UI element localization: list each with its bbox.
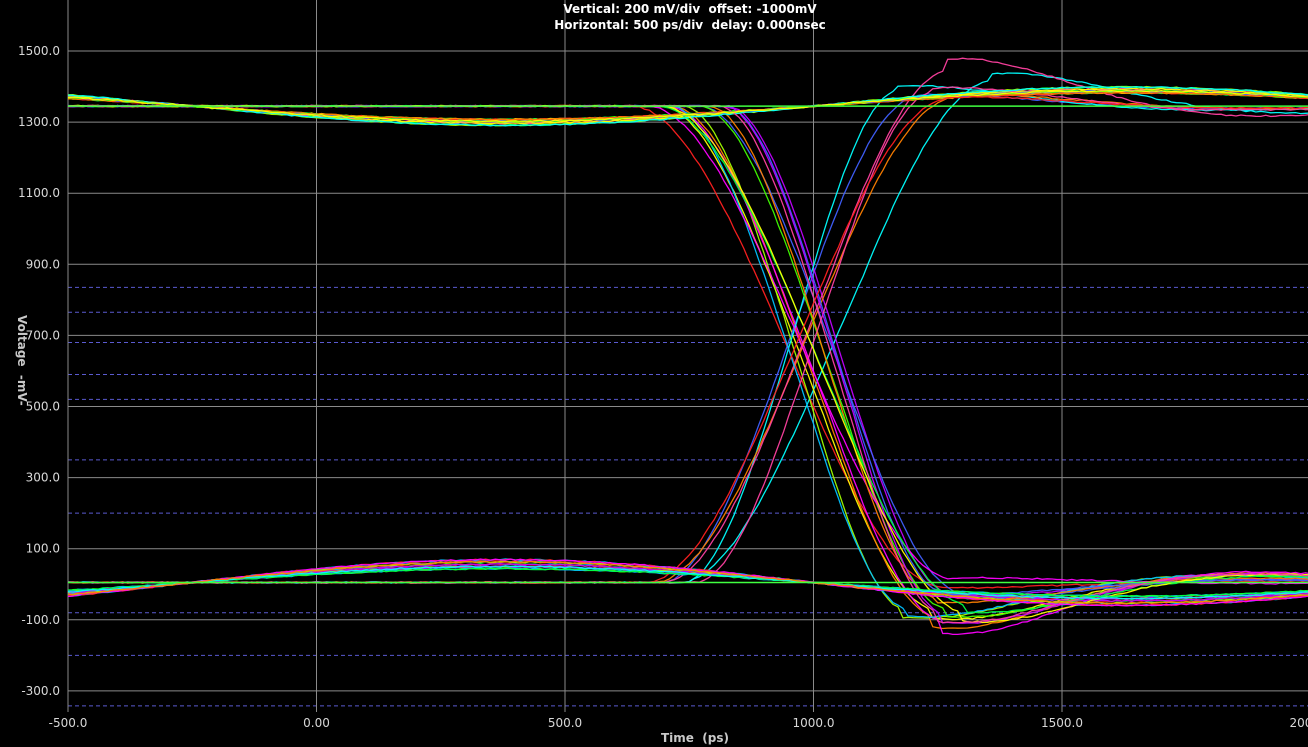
waveform-trace <box>67 104 1308 604</box>
y-tick-label: 500.0 <box>26 400 60 414</box>
waveform-trace <box>67 562 1308 603</box>
x-tick-label: 0.00 <box>303 716 330 730</box>
waveform-trace <box>67 104 1308 621</box>
waveform-trace <box>67 104 1308 596</box>
x-tick-label: 1500.0 <box>1041 716 1083 730</box>
waveform-trace <box>67 560 1308 605</box>
y-tick-label: 700.0 <box>26 328 60 342</box>
y-tick-label: 1100.0 <box>18 186 60 200</box>
waveform-trace <box>67 91 1308 121</box>
y-axis-label: Voltage -mV- <box>15 315 29 406</box>
y-tick-label: 1300.0 <box>18 115 60 129</box>
x-axis-label: Time (ps) <box>661 731 729 745</box>
waveform-trace <box>67 87 1308 125</box>
waveform-trace <box>67 104 1308 624</box>
x-tick-label: 500.0 <box>548 716 582 730</box>
x-tick-labels: -500.00.00500.01000.01500.02000.02500.03… <box>49 716 1308 730</box>
x-tick-label: 1000.0 <box>793 716 835 730</box>
waveform-trace <box>68 93 1308 584</box>
waveform-trace <box>67 558 1308 607</box>
y-tick-label: -300.0 <box>21 684 60 698</box>
y-tick-label: 300.0 <box>26 471 60 485</box>
waveform-trace <box>67 104 1308 630</box>
x-tick-label: -500.0 <box>49 716 88 730</box>
waveform-trace <box>67 104 1308 585</box>
eye-diagram-plot: -300.0 -100.0 100.0 300.0 500.0 700.0 900.0 110… <box>18 0 1308 730</box>
waveform-trace <box>67 558 1308 607</box>
waveform-trace <box>67 104 1308 599</box>
waveform-trace <box>67 104 1308 598</box>
waveform-trace <box>68 104 1308 624</box>
waveform-trace <box>67 86 1308 127</box>
waveform-trace <box>67 562 1308 603</box>
waveform-trace <box>67 84 1308 584</box>
waveform-trace <box>67 104 1308 624</box>
waveform-trace <box>67 72 1308 584</box>
x-tick-label: 2000.0 <box>1290 716 1308 730</box>
waveform-trace <box>67 104 1308 589</box>
y-tick-label: 900.0 <box>26 257 60 271</box>
waveform-trace <box>67 85 1308 127</box>
waveform-trace <box>67 104 1308 619</box>
horizontal-settings-readout: Horizontal: 500 ps/div delay: 0.000nsec <box>554 18 826 32</box>
y-tick-label: 100.0 <box>26 542 60 556</box>
waveform-trace <box>67 91 1308 121</box>
waveform-trace <box>67 104 1308 618</box>
y-tick-label: -100.0 <box>21 613 60 627</box>
waveform-trace <box>67 93 1308 584</box>
waveform-trace <box>67 57 1308 584</box>
waveform-trace <box>67 558 1308 607</box>
waveform-trace <box>67 104 1308 618</box>
waveform-trace <box>67 104 1308 614</box>
reference-dashed-lines <box>68 286 1308 707</box>
vertical-settings-readout: Vertical: 200 mV/div offset: -1000mV <box>563 2 817 16</box>
y-tick-label: 1500.0 <box>18 44 60 58</box>
waveform-trace <box>67 104 1308 636</box>
waveform-trace <box>67 567 1308 598</box>
waveform-traces <box>67 57 1308 636</box>
waveform-trace <box>67 86 1308 584</box>
